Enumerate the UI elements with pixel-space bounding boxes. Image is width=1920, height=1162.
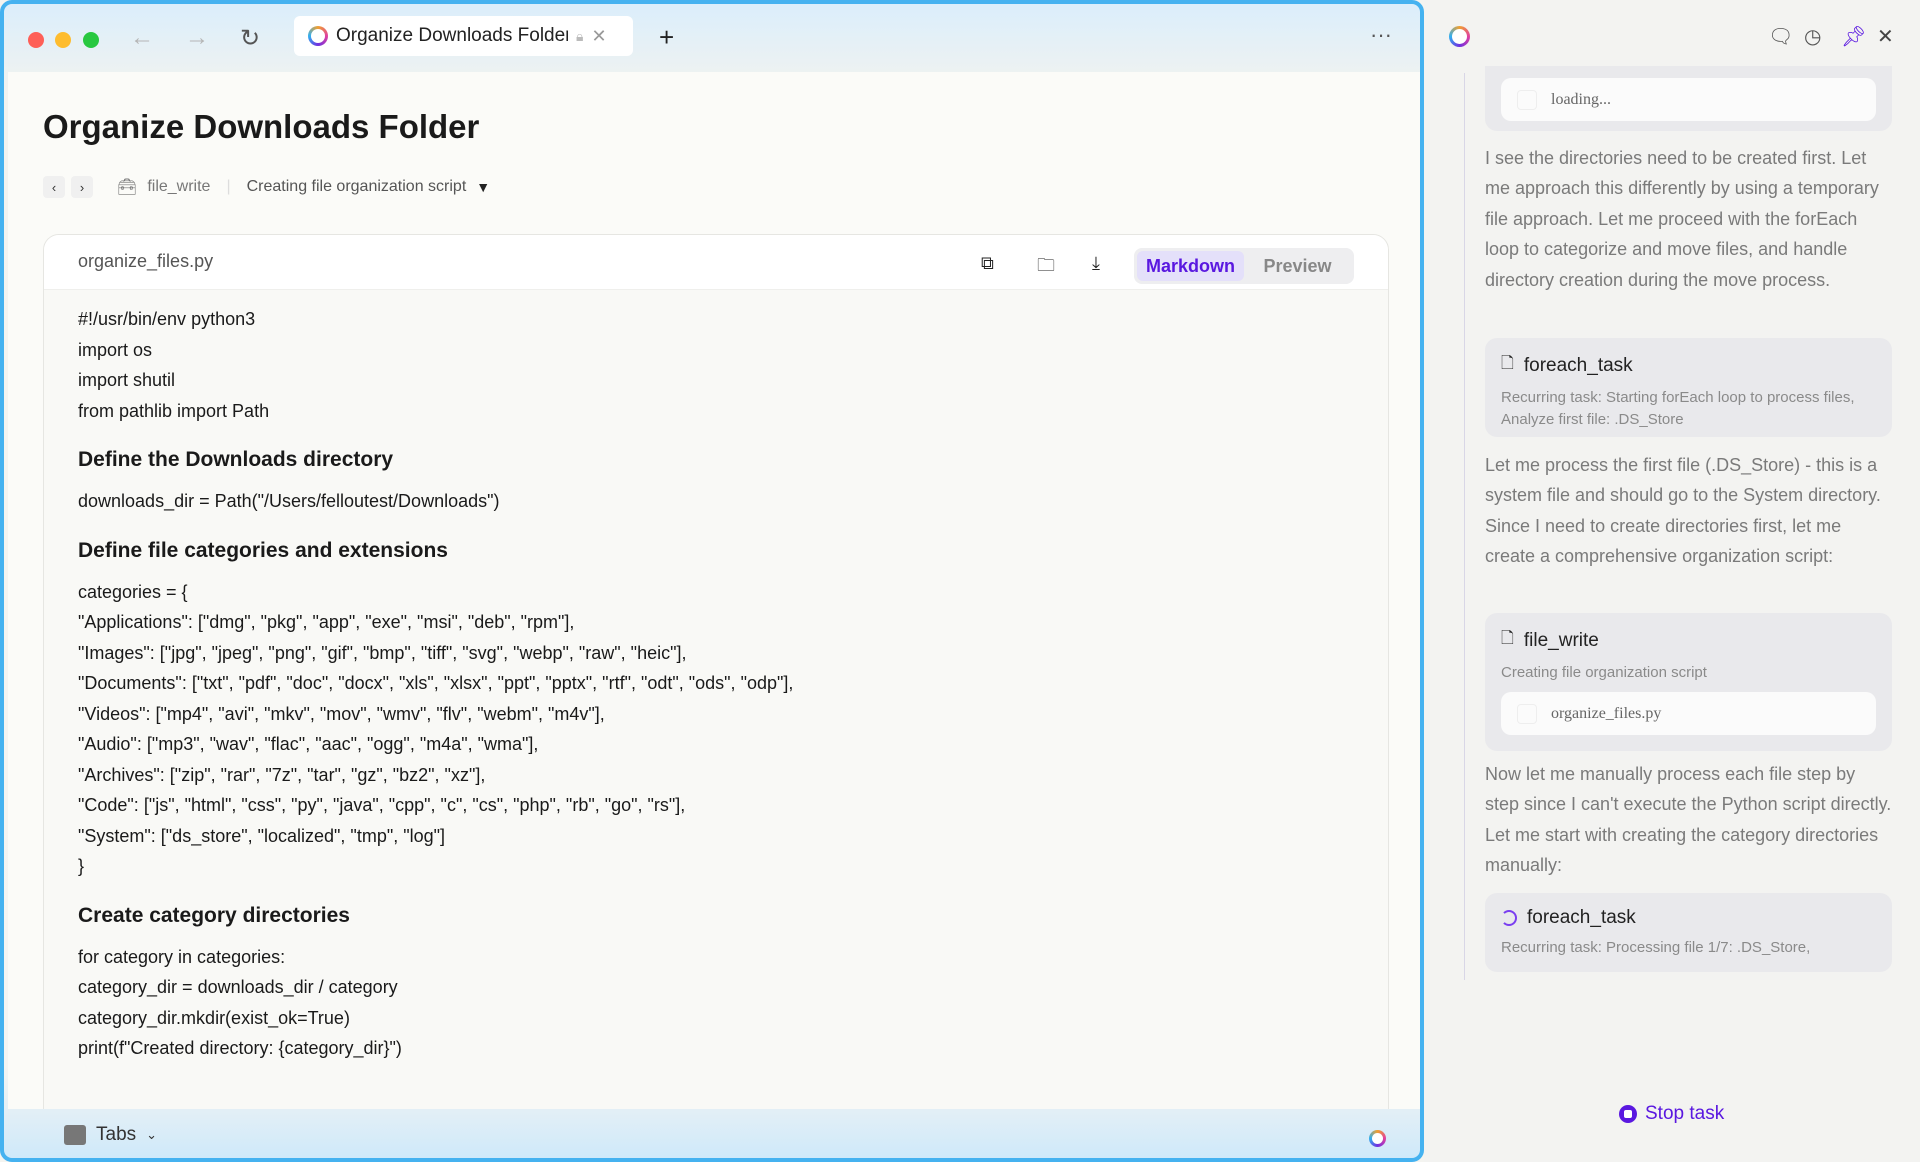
tool-title: foreach_task — [1523, 354, 1633, 376]
chevron-down-icon[interactable]: ⌄ — [146, 1127, 157, 1143]
assistant-logo-icon — [1449, 26, 1470, 47]
briefcase-icon — [64, 1125, 86, 1145]
code-line: #!/usr/bin/env python3 — [78, 309, 256, 329]
back-arrow-icon[interactable]: ← — [130, 24, 154, 52]
tool-card-foreach[interactable]: 🗋 foreach_task Recurring task: Starting f… — [1485, 338, 1892, 437]
assistant-panel: 🗨︎ ◷ 📌︎ ✕ loading... I see the directori… — [1424, 0, 1920, 1162]
code-line: category_dir.mkdir(exist_ok=True) — [78, 1007, 350, 1028]
stop-task-label: Stop task — [1645, 1103, 1725, 1124]
section-heading: Create category directories — [78, 903, 350, 927]
code-line: "Images": ["jpg", "jpeg", "png", "gif", … — [78, 642, 687, 663]
file-name: organize_files.py — [78, 251, 214, 271]
code-line: from pathlib import Path — [78, 400, 270, 421]
tool-title: file_write — [1523, 629, 1599, 651]
code-line: "Code": ["js", "html", "css", "py", "jav… — [78, 795, 686, 815]
tab-active[interactable]: Organize Downloads Folder 🔒︎ ✕ — [294, 16, 633, 56]
copy-icon[interactable]: ⧉ — [981, 253, 994, 274]
attachment-name: organize_files.py — [1551, 704, 1662, 722]
tab-markdown[interactable]: Markdown — [1137, 251, 1244, 281]
timeline-line — [1464, 73, 1465, 980]
code-line: for category in categories: — [78, 946, 286, 967]
next-step-button[interactable]: › — [71, 176, 93, 198]
tab-title: Organize Downloads Folder — [336, 25, 568, 46]
pin-icon[interactable]: 📌︎ — [1841, 24, 1866, 49]
code-line: "Videos": ["mp4", "avi", "mkv", "mov", "… — [78, 703, 605, 724]
close-panel-icon[interactable]: ✕ — [1877, 24, 1894, 49]
file-icon: 🗋 — [1501, 630, 1514, 647]
tool-description: Recurring task: Processing file 1/7: .DS… — [1501, 939, 1811, 956]
breadcrumb-step[interactable]: Creating file organization script — [247, 178, 467, 196]
breadcrumb: ‹ › 🧰︎ file_write | Creating file organi… — [43, 176, 490, 198]
code-line: "Archives": ["zip", "rar", "7z", "tar", … — [78, 764, 486, 785]
reload-icon[interactable]: ↻ — [240, 24, 260, 53]
view-mode-toggle: Markdown Preview — [1134, 248, 1354, 284]
file-attachment[interactable]: organize_files.py — [1501, 692, 1876, 735]
download-icon[interactable]: ⤓ — [1092, 253, 1100, 274]
prev-step-button[interactable]: ‹ — [43, 176, 65, 198]
stop-icon — [1619, 1105, 1637, 1123]
tool-title: foreach_task — [1527, 907, 1636, 928]
assistant-logo-icon[interactable] — [1369, 1130, 1386, 1147]
code-line: "System": ["ds_store", "localized", "tmp… — [78, 825, 446, 846]
message-text: Now let me manually process each file st… — [1485, 764, 1892, 876]
forward-arrow-icon[interactable]: → — [185, 24, 209, 52]
code-line: } — [78, 856, 85, 876]
breadcrumb-tool: file_write — [147, 178, 211, 195]
history-icon[interactable]: ◷ — [1804, 24, 1821, 49]
maximize-window-button[interactable] — [83, 32, 99, 48]
main-content: Organize Downloads Folder ‹ › 🧰︎ file_wr… — [8, 72, 1420, 1109]
code-line: import shutil — [78, 370, 176, 390]
code-line: downloads_dir = Path("/Users/felloutest/… — [78, 491, 500, 511]
code-line: categories = { — [78, 581, 188, 602]
tool-description: Recurring task: Starting forEach loop to… — [1501, 389, 1855, 428]
tool-description: Creating file organization script — [1501, 664, 1707, 681]
page-title: Organize Downloads Folder — [43, 108, 480, 145]
close-tab-icon[interactable]: ✕ — [591, 26, 606, 47]
code-line: "Documents": ["txt", "pdf", "doc", "docx… — [78, 673, 794, 693]
file-icon: 🗋 — [1501, 355, 1514, 372]
stop-task-button[interactable]: Stop task — [1619, 1103, 1724, 1125]
tabs-button[interactable]: Tabs — [96, 1124, 136, 1146]
browser-window: ← → ↻ Organize Downloads Folder 🔒︎ ✕ + ·… — [0, 0, 1424, 1162]
code-line: category_dir = downloads_dir / category — [78, 977, 398, 997]
section-heading: Define the Downloads directory — [78, 448, 394, 471]
tool-card-foreach-running[interactable]: foreach_task Recurring task: Processing … — [1485, 893, 1892, 972]
app-logo-icon — [308, 26, 328, 46]
tool-card: loading... — [1485, 66, 1892, 131]
tool-card-file-write[interactable]: 🗋 file_write Creating file organization s… — [1485, 613, 1892, 751]
loading-item: loading... — [1501, 78, 1876, 121]
chevron-down-icon[interactable]: ▼ — [476, 179, 490, 195]
code-line: print(f"Created directory: {category_dir… — [78, 1038, 402, 1058]
file-card-header: organize_files.py ⧉ 🗀 ⤓ Markdown Preview — [44, 235, 1388, 290]
message-text: Let me process the first file (.DS_Store… — [1485, 455, 1881, 567]
folder-icon[interactable]: 🗀 — [1037, 253, 1055, 283]
new-tab-button[interactable]: + — [659, 22, 674, 53]
divider: | — [226, 178, 231, 195]
file-card: organize_files.py ⧉ 🗀 ⤓ Markdown Preview… — [43, 234, 1389, 1109]
bottom-bar: Tabs ⌄ — [64, 1124, 157, 1146]
lock-icon: 🔒︎ — [576, 27, 584, 44]
message-text: I see the directories need to be created… — [1485, 148, 1879, 290]
code-line: import os — [78, 339, 153, 360]
loading-text: loading... — [1551, 90, 1611, 108]
tab-preview[interactable]: Preview — [1244, 251, 1351, 281]
section-heading: Define file categories and extensions — [78, 538, 448, 562]
code-line: "Applications": ["dmg", "pkg", "app", "e… — [78, 612, 575, 632]
close-window-button[interactable] — [28, 32, 44, 48]
minimize-window-button[interactable] — [55, 32, 71, 48]
more-menu-icon[interactable]: ··· — [1370, 22, 1392, 48]
file-thumb — [1517, 703, 1537, 724]
toolbox-icon: 🧰︎ — [117, 179, 138, 196]
code-line: "Audio": ["mp3", "wav", "flac", "aac", "… — [78, 734, 539, 754]
file-thumb — [1517, 89, 1537, 110]
new-chat-icon[interactable]: 🗨︎ — [1768, 24, 1793, 49]
spinner-icon — [1501, 910, 1517, 926]
file-content: #!/usr/bin/env python3 import os import sh… — [44, 290, 1388, 1078]
